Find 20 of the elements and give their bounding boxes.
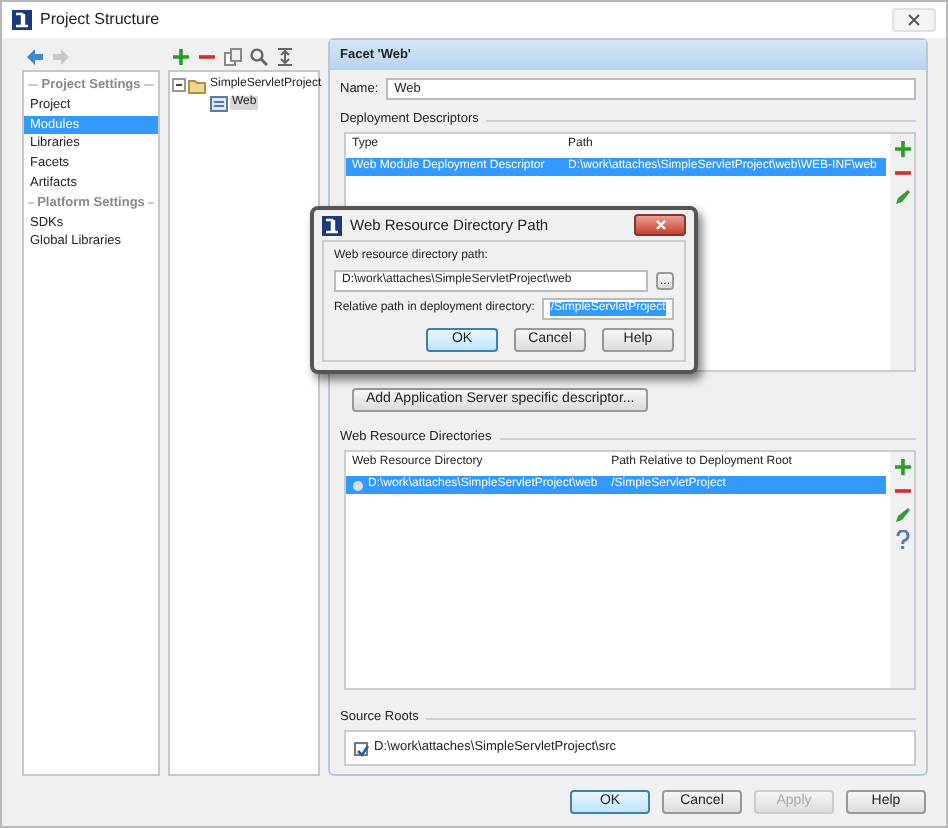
window-title: Project Structure [40, 10, 160, 30]
add-icon[interactable] [893, 140, 911, 158]
back-arrow-icon[interactable] [26, 47, 44, 65]
copy-icon[interactable] [224, 47, 242, 65]
collapse-icon[interactable] [172, 78, 186, 92]
checkbox[interactable] [354, 741, 368, 755]
add-icon[interactable] [172, 47, 190, 65]
app-logo-icon [12, 10, 32, 30]
help-icon[interactable] [895, 530, 909, 550]
edit-icon[interactable] [893, 188, 911, 206]
module-icon [210, 95, 228, 111]
check-icon [356, 743, 370, 757]
add-icon[interactable] [893, 458, 911, 476]
close-icon [655, 220, 665, 230]
edit-icon[interactable] [893, 506, 911, 524]
expand-all-icon[interactable] [276, 47, 294, 65]
close-button[interactable] [634, 214, 686, 236]
app-logo-icon [322, 215, 342, 235]
close-icon [908, 14, 920, 26]
search-icon[interactable] [250, 47, 268, 65]
